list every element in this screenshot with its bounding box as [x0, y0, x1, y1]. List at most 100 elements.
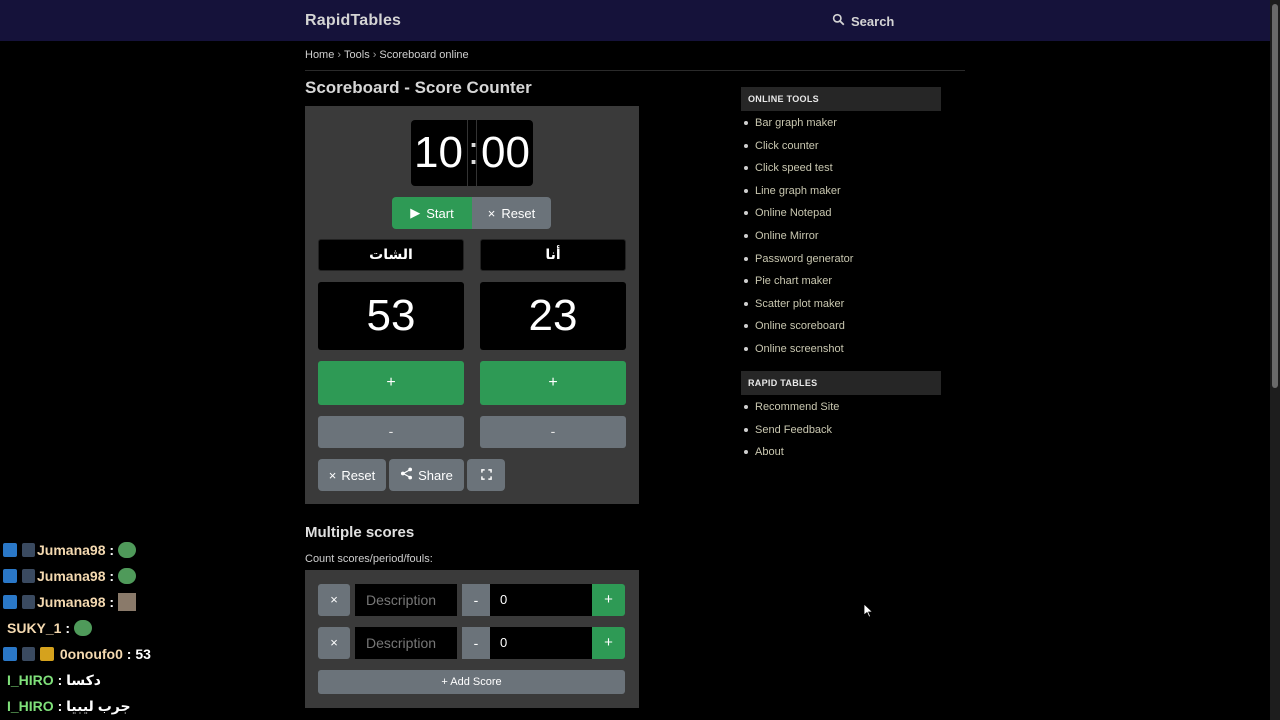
fullscreen-icon	[480, 468, 492, 483]
score-row: × Description - 0 +	[318, 584, 625, 616]
team-1-plus-button[interactable]: +	[318, 361, 464, 405]
chat-message: Jumana98 :	[0, 537, 300, 563]
badge-icon	[22, 543, 35, 557]
multiple-scores-panel: × Description - 0 + × Description - 0 + …	[305, 570, 639, 708]
chat-message: Jumana98 :	[0, 589, 300, 615]
sidebar-link-mirror[interactable]: Online Mirror	[741, 225, 853, 248]
badge-icon	[22, 569, 35, 583]
scrollbar-thumb[interactable]	[1272, 4, 1278, 388]
chat-username: Jumana98	[37, 594, 106, 610]
sidebar-link-password[interactable]: Password generator	[741, 248, 853, 271]
team-1-score[interactable]: 53	[318, 282, 464, 350]
chat-text: :	[65, 620, 71, 636]
chat-overlay: Jumana98 : Jumana98 : Jumana98 : SUKY_1 …	[0, 537, 300, 719]
score-value-input[interactable]: 0	[490, 584, 592, 616]
sidebar-link-bar-graph[interactable]: Bar graph maker	[741, 112, 853, 135]
page-title: Scoreboard - Score Counter	[305, 78, 532, 97]
chat-message: I_HIRO : دكسا	[0, 667, 300, 693]
chat-username: I_HIRO	[7, 672, 54, 688]
reset-label: Reset	[501, 205, 536, 221]
search-button[interactable]: Search	[832, 13, 894, 29]
online-tools-heading: ONLINE TOOLS	[741, 87, 941, 111]
team-2-minus-button[interactable]: -	[480, 416, 626, 448]
chat-text: :	[109, 568, 115, 584]
increment-button[interactable]: +	[592, 627, 625, 659]
rapid-tables-list: Recommend Site Send Feedback About	[741, 396, 839, 464]
breadcrumb: Home › Tools › Scoreboard online	[305, 49, 469, 61]
game-timer[interactable]: 10 : 00	[411, 120, 533, 186]
scoreboard-panel: 10 : 00 ▶ Start × Reset الشات أنا 53 23 …	[305, 106, 639, 504]
chat-message: SUKY_1 :	[0, 615, 300, 641]
score-value-input[interactable]: 0	[490, 627, 592, 659]
sidebar-link-click-counter[interactable]: Click counter	[741, 135, 853, 158]
sidebar-link-click-speed[interactable]: Click speed test	[741, 157, 853, 180]
timer-separator: :	[467, 120, 479, 186]
sidebar-link-recommend[interactable]: Recommend Site	[741, 396, 839, 419]
emote-icon	[118, 542, 137, 558]
sidebar-link-scoreboard[interactable]: Online scoreboard	[741, 315, 853, 338]
breadcrumb-separator: ›	[337, 49, 342, 61]
chat-text: : دكسا	[57, 671, 101, 688]
search-icon	[832, 13, 845, 29]
online-tools-list: Bar graph maker Click counter Click spee…	[741, 112, 853, 361]
description-input[interactable]: Description	[355, 584, 457, 616]
description-input[interactable]: Description	[355, 627, 457, 659]
emote-icon	[118, 568, 137, 584]
chat-username: I_HIRO	[7, 698, 54, 714]
top-nav-bar: RapidTables Search	[0, 0, 1270, 41]
timer-seconds: 00	[481, 128, 530, 177]
sidebar-link-notepad[interactable]: Online Notepad	[741, 202, 853, 225]
emote-icon	[74, 620, 93, 636]
page-scrollbar[interactable]	[1270, 0, 1280, 720]
share-icon	[400, 467, 413, 483]
chat-message: 0onoufo0 : 53	[0, 641, 300, 667]
sidebar-link-line-graph[interactable]: Line graph maker	[741, 180, 853, 203]
breadcrumb-separator: ›	[372, 49, 377, 61]
rapid-tables-heading: RAPID TABLES	[741, 371, 941, 395]
chat-text: : جرب ليبيا	[57, 697, 131, 714]
close-icon: ×	[487, 205, 496, 221]
team-1-name-input[interactable]: الشات	[318, 239, 464, 271]
reset-scores-button[interactable]: × Reset	[318, 459, 386, 491]
fullscreen-button[interactable]	[467, 459, 505, 491]
share-button[interactable]: Share	[389, 459, 464, 491]
increment-button[interactable]: +	[592, 584, 625, 616]
add-score-button[interactable]: + Add Score	[318, 670, 625, 694]
team-1-minus-button[interactable]: -	[318, 416, 464, 448]
chat-username: Jumana98	[37, 568, 106, 584]
sidebar-link-scatter[interactable]: Scatter plot maker	[741, 293, 853, 316]
reset-timer-button[interactable]: × Reset	[472, 197, 551, 229]
chat-username: 0onoufo0	[59, 646, 123, 662]
decrement-button[interactable]: -	[462, 584, 490, 616]
sidebar-link-feedback[interactable]: Send Feedback	[741, 419, 839, 442]
team-2-name-input[interactable]: أنا	[480, 239, 626, 271]
badge-icon	[22, 595, 35, 609]
chat-text: :	[109, 542, 115, 558]
start-label: Start	[426, 205, 454, 221]
badge-icon	[3, 569, 17, 583]
badge-icon	[22, 647, 35, 661]
site-logo[interactable]: RapidTables	[305, 12, 401, 30]
badge-icon	[3, 647, 17, 661]
sidebar-link-screenshot[interactable]: Online screenshot	[741, 338, 853, 361]
remove-row-button[interactable]: ×	[318, 627, 350, 659]
team-2-plus-button[interactable]: +	[480, 361, 626, 405]
chat-message: Jumana98 :	[0, 563, 300, 589]
sidebar-link-pie-chart[interactable]: Pie chart maker	[741, 270, 853, 293]
start-timer-button[interactable]: ▶ Start	[392, 197, 472, 229]
breadcrumb-home[interactable]: Home	[305, 49, 334, 61]
multiple-scores-title: Multiple scores	[305, 524, 415, 541]
sidebar-link-about[interactable]: About	[741, 441, 839, 464]
score-row: × Description - 0 +	[318, 627, 625, 659]
chat-username: SUKY_1	[7, 620, 62, 636]
mouse-cursor-icon	[864, 604, 874, 618]
emote-icon	[118, 593, 137, 611]
breadcrumb-tools[interactable]: Tools	[344, 49, 370, 61]
crown-icon	[40, 647, 54, 661]
breadcrumb-current[interactable]: Scoreboard online	[379, 49, 468, 61]
decrement-button[interactable]: -	[462, 627, 490, 659]
badge-icon	[3, 595, 17, 609]
remove-row-button[interactable]: ×	[318, 584, 350, 616]
team-2-score[interactable]: 23	[480, 282, 626, 350]
multiple-scores-subtitle: Count scores/period/fouls:	[305, 553, 433, 565]
